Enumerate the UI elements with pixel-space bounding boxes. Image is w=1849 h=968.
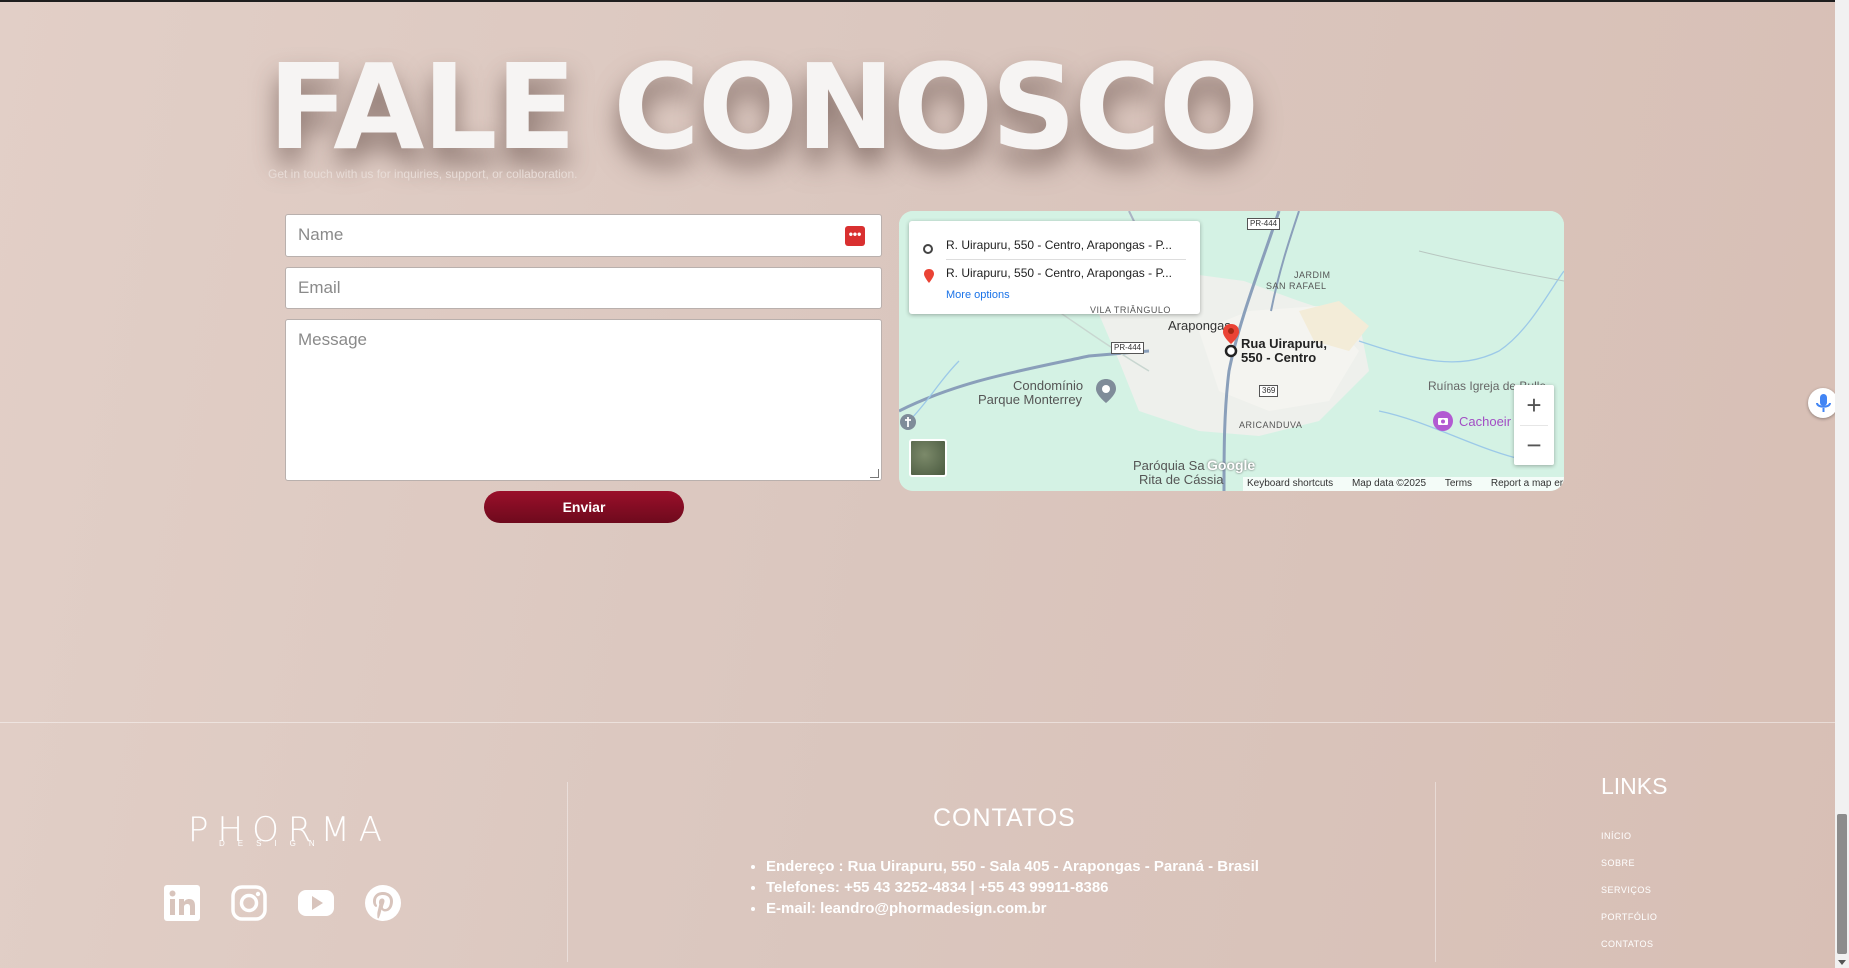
directions-origin[interactable]: R. Uirapuru, 550 - Centro, Arapongas - P… bbox=[946, 238, 1172, 252]
resize-handle-icon[interactable] bbox=[870, 469, 879, 478]
voice-input-button[interactable] bbox=[1808, 388, 1838, 418]
page-scrollbar[interactable] bbox=[1835, 0, 1849, 968]
brand-logo-sub: DESIGN bbox=[219, 839, 328, 848]
footer-column-divider bbox=[567, 782, 568, 962]
map-footer: Keyboard shortcuts Map data ©2025 Terms … bbox=[1243, 477, 1564, 491]
contacts-heading: CONTATOS bbox=[933, 804, 1076, 832]
contact-address: Endereço : Rua Uirapuru, 550 - Sala 405 … bbox=[766, 856, 1259, 877]
zoom-out-button[interactable]: − bbox=[1514, 425, 1554, 465]
password-manager-icon[interactable]: ••• bbox=[845, 226, 865, 246]
map-label-paroquia: Paróquia Sa bbox=[1133, 458, 1205, 473]
road-shield-pr444: PR-444 bbox=[1111, 342, 1145, 354]
footer-link-inicio[interactable]: INÍCIO bbox=[1601, 831, 1632, 841]
report-error-link[interactable]: Report a map error bbox=[1491, 478, 1564, 489]
map-label-parque-monterrey: Parque Monterrey bbox=[978, 392, 1083, 407]
scroll-down-arrow-icon[interactable] bbox=[1838, 960, 1846, 965]
embedded-map[interactable]: R. Uirapuru, 550 - Centro, Arapongas - P… bbox=[899, 211, 1564, 491]
map-label-cachoeira: Cachoeir bbox=[1459, 414, 1512, 429]
submit-button[interactable]: Enviar bbox=[484, 491, 684, 523]
directions-card[interactable]: R. Uirapuru, 550 - Centro, Arapongas - P… bbox=[909, 221, 1200, 314]
linkedin-icon[interactable] bbox=[163, 884, 201, 922]
map-layer-toggle[interactable] bbox=[909, 439, 947, 477]
youtube-icon[interactable] bbox=[297, 884, 335, 922]
footer-link-servicos[interactable]: SERVIÇOS bbox=[1601, 885, 1651, 895]
footer-link-sobre[interactable]: SOBRE bbox=[1601, 858, 1635, 868]
message-textarea[interactable]: Message bbox=[285, 319, 882, 481]
location-pin-icon[interactable] bbox=[1222, 324, 1240, 364]
name-placeholder: Name bbox=[298, 225, 344, 244]
road-shield-pr444: PR-444 bbox=[1247, 218, 1281, 230]
footer-column-divider bbox=[1435, 782, 1436, 962]
pinterest-icon[interactable] bbox=[364, 884, 402, 922]
footer-link-portfolio[interactable]: PORTFÓLIO bbox=[1601, 912, 1657, 922]
page-title: FALE CONOSCO bbox=[268, 38, 1259, 176]
zoom-controls: + − bbox=[1514, 385, 1554, 465]
destination-pin-icon bbox=[924, 269, 934, 283]
microphone-icon bbox=[1816, 394, 1831, 412]
footer-link-contatos[interactable]: CONTATOS bbox=[1601, 939, 1654, 949]
footer-divider bbox=[0, 722, 1835, 723]
google-logo: Google bbox=[1207, 457, 1256, 473]
map-label-aricanduva: ARICANDUVA bbox=[1239, 420, 1303, 430]
message-placeholder: Message bbox=[298, 330, 367, 349]
place-of-worship-icon bbox=[900, 414, 916, 430]
terms-link[interactable]: Terms bbox=[1445, 478, 1472, 489]
origin-circle-icon bbox=[923, 244, 933, 254]
email-field[interactable]: Email bbox=[285, 267, 882, 309]
map-label-pin-line1: Rua Uirapuru, bbox=[1241, 336, 1327, 351]
directions-divider bbox=[946, 259, 1186, 260]
zoom-in-button[interactable]: + bbox=[1514, 385, 1554, 425]
map-label-jardim: JARDIM bbox=[1294, 270, 1331, 280]
email-placeholder: Email bbox=[298, 278, 341, 297]
map-label-condominio: Condomínio bbox=[1013, 378, 1084, 393]
contacts-list: Endereço : Rua Uirapuru, 550 - Sala 405 … bbox=[747, 856, 1259, 919]
map-label-rita-de-cassia: Rita de Cássia bbox=[1139, 472, 1224, 487]
keyboard-shortcuts-link[interactable]: Keyboard shortcuts bbox=[1247, 478, 1333, 489]
page-subtitle: Get in touch with us for inquiries, supp… bbox=[268, 167, 578, 181]
top-border bbox=[0, 0, 1835, 2]
contact-email[interactable]: E-mail: leandro@phormadesign.com.br bbox=[766, 898, 1259, 919]
map-label-san-rafael: SAN RAFAEL bbox=[1266, 281, 1327, 291]
directions-destination[interactable]: R. Uirapuru, 550 - Centro, Arapongas - P… bbox=[946, 266, 1172, 280]
contact-phones: Telefones: +55 43 3252-4834 | +55 43 999… bbox=[766, 877, 1259, 898]
poi-marker-icon[interactable] bbox=[1095, 379, 1117, 403]
map-data-text: Map data ©2025 bbox=[1351, 478, 1427, 489]
map-label-pin-line2: 550 - Centro bbox=[1241, 350, 1317, 365]
road-shield-369: 369 bbox=[1259, 385, 1279, 397]
links-heading: LINKS bbox=[1601, 773, 1668, 799]
camera-poi-icon[interactable] bbox=[1432, 410, 1454, 432]
instagram-icon[interactable] bbox=[230, 884, 268, 922]
name-field[interactable]: Name ••• bbox=[285, 214, 882, 257]
map-label-vila-triangulo: VILA TRIÂNGULO bbox=[1090, 305, 1171, 315]
more-options-link[interactable]: More options bbox=[946, 289, 1010, 301]
scrollbar-thumb[interactable] bbox=[1837, 814, 1847, 954]
